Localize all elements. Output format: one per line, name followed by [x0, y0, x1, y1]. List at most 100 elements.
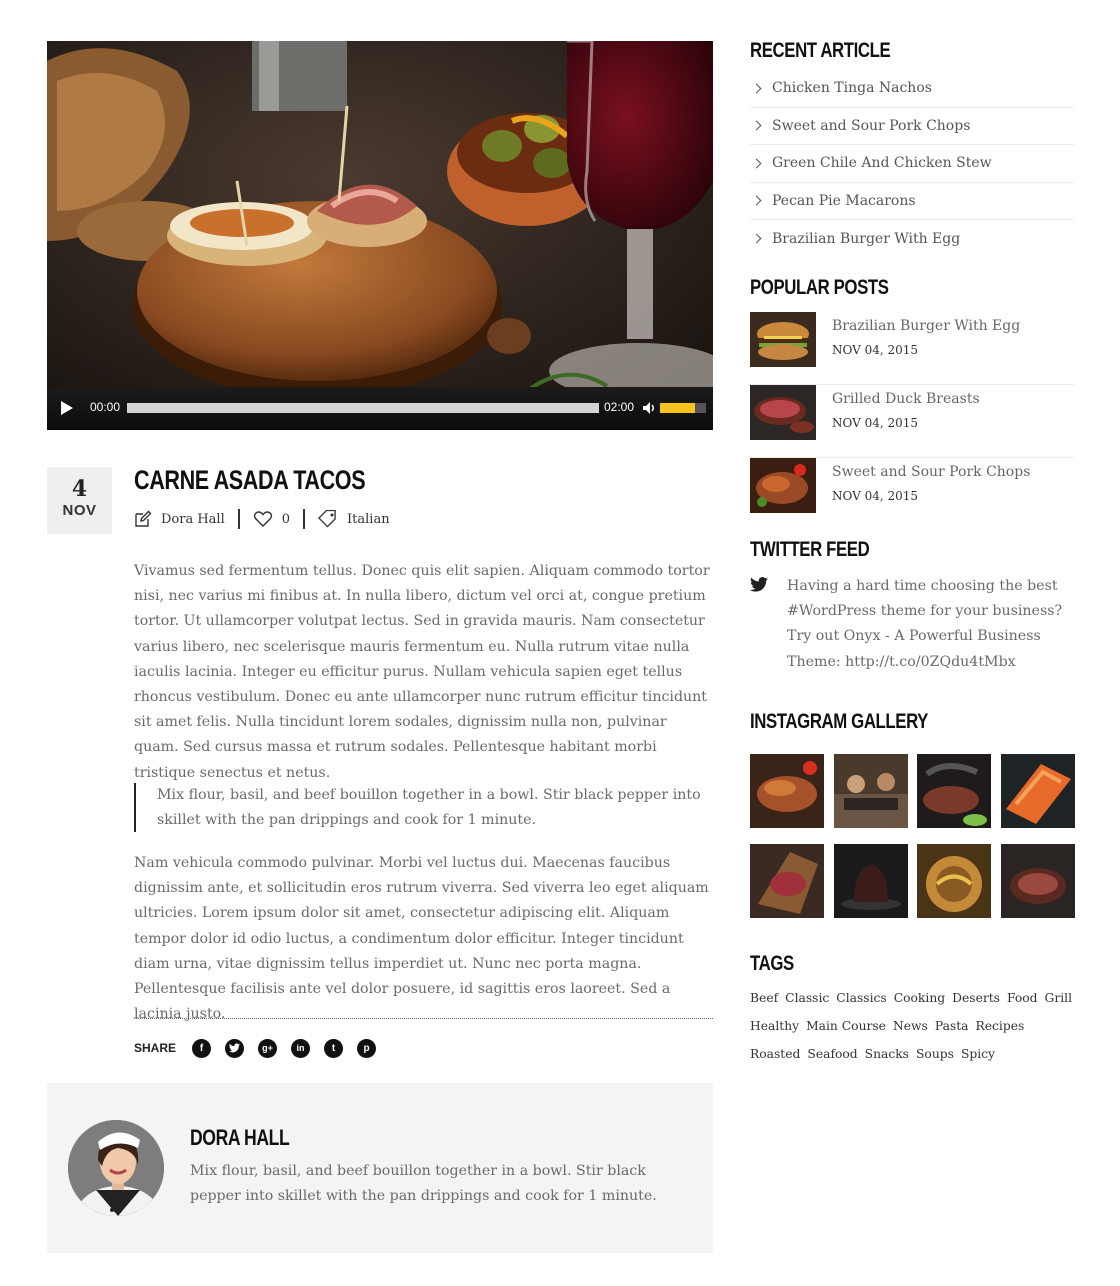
tag-link[interactable]: Pasta [935, 1017, 969, 1036]
twitter-bird-icon [750, 577, 768, 592]
recent-article-link[interactable]: Pecan Pie Macarons [772, 193, 916, 209]
recent-article-item[interactable]: Sweet and Sour Pork Chops [750, 108, 1074, 145]
tag-link[interactable]: Soups [916, 1045, 954, 1064]
gallery-image[interactable] [833, 844, 908, 918]
play-icon[interactable] [61, 401, 73, 415]
volume-level [660, 403, 695, 413]
gallery-image[interactable] [750, 754, 824, 828]
post-date-badge: 4 NOV [47, 467, 112, 534]
tag-link[interactable]: Recipes [975, 1017, 1024, 1036]
popular-post-date: NOV 04, 2015 [832, 416, 919, 430]
chevron-right-icon [751, 158, 762, 169]
post-category-link[interactable]: Italian [347, 512, 390, 527]
popular-post-title[interactable]: Sweet and Sour Pork Chops [832, 464, 1030, 480]
tumblr-icon[interactable]: t [324, 1038, 344, 1058]
recent-article-item[interactable]: Pecan Pie Macarons [750, 183, 1074, 220]
popular-post-thumbnail[interactable] [750, 458, 816, 513]
instagram-gallery [750, 754, 1075, 918]
twitter-feed: Having a hard time choosing the best #Wo… [750, 574, 1074, 675]
tag-link[interactable]: Cooking [894, 989, 945, 1008]
share-bar: SHARE f g+ in t p [134, 1038, 390, 1058]
recent-article-link[interactable]: Chicken Tinga Nachos [772, 80, 932, 96]
recent-article-link[interactable]: Sweet and Sour Pork Chops [772, 118, 970, 134]
tag-link[interactable]: Roasted [750, 1045, 800, 1064]
gallery-image[interactable] [917, 844, 991, 918]
pinterest-icon[interactable]: p [357, 1038, 377, 1058]
popular-post-date: NOV 04, 2015 [832, 489, 919, 503]
gallery-image[interactable] [917, 754, 991, 828]
popular-post-thumbnail[interactable] [750, 385, 816, 440]
chevron-right-icon [751, 120, 762, 131]
popular-post-item[interactable]: Brazilian Burger With Egg NOV 04, 2015 [750, 312, 1074, 385]
twitter-icon[interactable] [225, 1038, 245, 1058]
tag-link[interactable]: Spicy [961, 1045, 995, 1064]
popular-post-thumbnail[interactable] [750, 312, 816, 367]
tag-link[interactable]: Snacks [865, 1045, 909, 1064]
tag-link[interactable]: Main Course [806, 1017, 886, 1036]
popular-posts-list: Brazilian Burger With Egg NOV 04, 2015 G… [750, 312, 1074, 531]
facebook-icon[interactable]: f [192, 1038, 212, 1058]
tag-link[interactable]: Seafood [807, 1045, 857, 1064]
share-label: SHARE [134, 1041, 177, 1055]
tag-link[interactable]: Grill [1045, 989, 1073, 1008]
recent-article-item[interactable]: Brazilian Burger With Egg [750, 220, 1074, 258]
recent-article-item[interactable]: Green Chile And Chicken Stew [750, 145, 1074, 183]
share-divider [134, 1018, 713, 1019]
post-title: CARNE ASADA TACOS [134, 465, 366, 495]
post-like-count: 0 [281, 511, 291, 527]
current-time: 00:00 [90, 400, 121, 414]
edit-author-icon [135, 510, 152, 527]
recent-article-link[interactable]: Green Chile And Chicken Stew [772, 155, 992, 171]
popular-post-date: NOV 04, 2015 [832, 343, 919, 357]
popular-post-title[interactable]: Grilled Duck Breasts [832, 391, 980, 407]
tag-link[interactable]: Classics [836, 989, 886, 1008]
post-blockquote: Mix flour, basil, and beef bouillon toge… [134, 783, 704, 832]
featured-food-image [47, 41, 713, 430]
tag-link[interactable]: Food [1007, 989, 1038, 1008]
volume-icon[interactable] [642, 401, 656, 415]
recent-articles-list: Chicken Tinga Nachos Sweet and Sour Pork… [750, 70, 1074, 258]
gallery-image[interactable] [1000, 844, 1075, 918]
tag-icon [318, 510, 336, 528]
tag-link[interactable]: Classic [785, 989, 829, 1008]
duration: 02:00 [604, 400, 635, 414]
volume-slider[interactable] [660, 403, 706, 413]
post-meta: Dora Hall 0 Italian [134, 508, 390, 530]
popular-posts-heading: POPULAR POSTS [750, 276, 889, 299]
meta-divider [237, 509, 240, 529]
gallery-image[interactable] [1000, 754, 1075, 828]
gallery-image[interactable] [750, 844, 824, 918]
google-plus-icon[interactable]: g+ [258, 1038, 278, 1058]
seek-bar[interactable] [127, 403, 599, 413]
chevron-right-icon [751, 83, 762, 94]
post-date-day: 4 [71, 476, 88, 502]
video-player[interactable]: 00:00 02:00 [47, 41, 713, 430]
tag-link[interactable]: News [893, 1017, 928, 1036]
meta-divider [303, 509, 306, 529]
recent-article-link[interactable]: Brazilian Burger With Egg [772, 231, 960, 247]
heart-icon[interactable] [253, 510, 273, 528]
tag-link[interactable]: Deserts [952, 989, 1000, 1008]
post-date-month: NOV [62, 502, 97, 519]
author-name: DORA HALL [190, 1125, 290, 1150]
author-avatar [68, 1120, 164, 1216]
tags-heading: TAGS [750, 952, 794, 975]
author-box: DORA HALL Mix flour, basil, and beef bou… [47, 1083, 713, 1253]
chevron-right-icon [751, 233, 762, 244]
video-controls: 00:00 02:00 [47, 387, 713, 430]
recent-article-heading: RECENT ARTICLE [750, 39, 891, 62]
gallery-image[interactable] [833, 754, 908, 828]
tag-link[interactable]: Healthy [750, 1017, 799, 1036]
tweet-text[interactable]: Having a hard time choosing the best #Wo… [787, 574, 1074, 675]
popular-post-item[interactable]: Grilled Duck Breasts NOV 04, 2015 [750, 385, 1074, 458]
tag-cloud: Beef Classic Classics Cooking Deserts Food Gri… [750, 989, 1074, 1064]
post-paragraph: Nam vehicula commodo pulvinar. Morbi vel… [134, 855, 709, 1023]
tag-link[interactable]: Beef [750, 989, 778, 1008]
instagram-gallery-heading: INSTAGRAM GALLERY [750, 710, 928, 733]
popular-post-item[interactable]: Sweet and Sour Pork Chops NOV 04, 2015 [750, 458, 1074, 531]
author-bio: Mix flour, basil, and beef bouillon toge… [190, 1163, 657, 1204]
recent-article-item[interactable]: Chicken Tinga Nachos [750, 70, 1074, 108]
post-author-link[interactable]: Dora Hall [161, 512, 225, 527]
popular-post-title[interactable]: Brazilian Burger With Egg [832, 318, 1020, 334]
linkedin-icon[interactable]: in [291, 1038, 311, 1058]
